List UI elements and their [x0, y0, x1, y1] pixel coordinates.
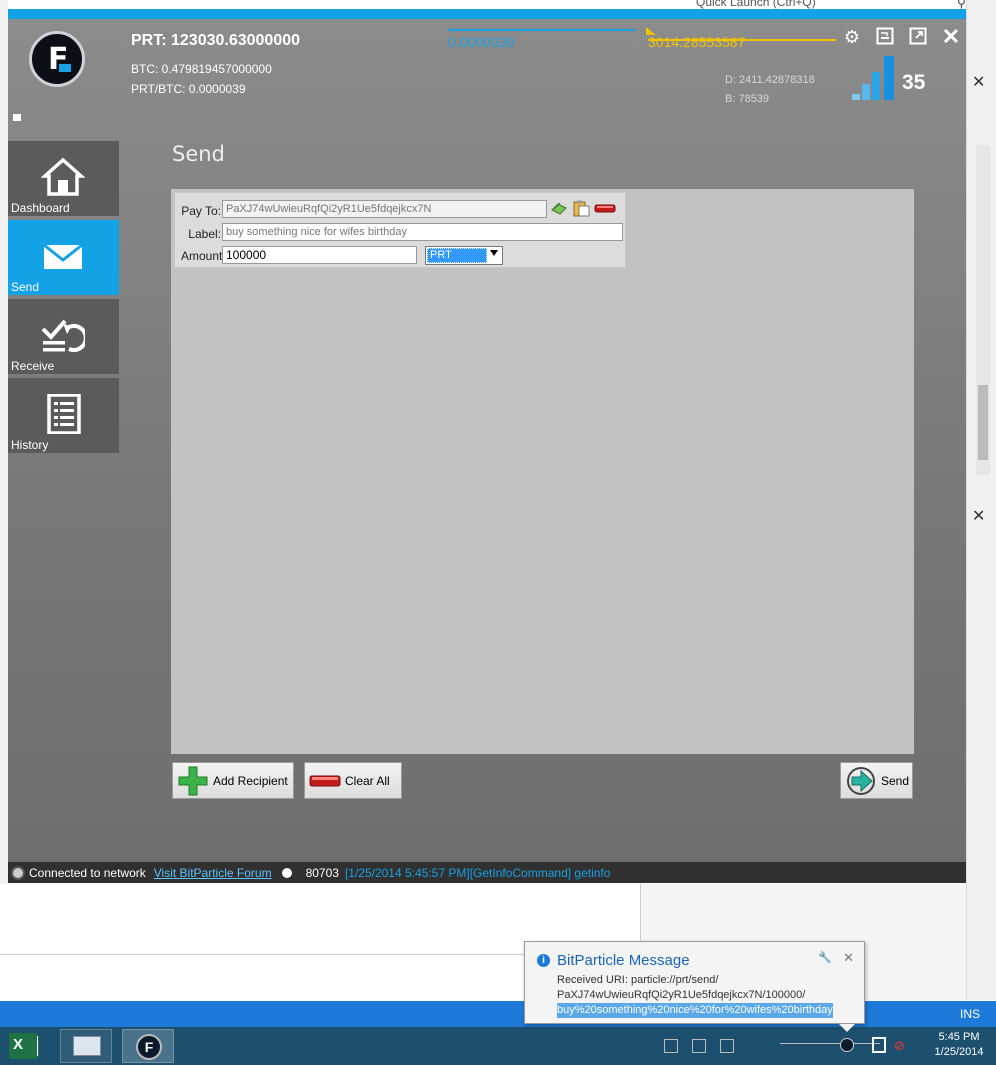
nav-tile-dashboard[interactable]: Dashboard — [8, 141, 119, 216]
wrench-icon[interactable]: 🔧 — [818, 951, 832, 964]
page-title: Send — [172, 142, 225, 166]
envelope-icon — [43, 243, 83, 269]
background-scroll-thumb[interactable] — [978, 385, 988, 460]
notification-title: BitParticle Message — [557, 952, 690, 969]
notification-line: Received URI: particle://prt/send/ — [557, 974, 719, 986]
tray-bitparticle-icon[interactable] — [840, 1038, 854, 1052]
maximize-icon[interactable] — [908, 27, 928, 47]
send-panel: Pay To: Label: Amount: — [171, 189, 914, 754]
menu-icon[interactable] — [12, 113, 22, 122]
info-icon: i — [537, 954, 550, 967]
settings-gear-icon[interactable]: ⚙ — [842, 27, 862, 47]
bitparticle-logo: F — [29, 31, 85, 87]
value-ticker-value: 3014.28553587 — [648, 34, 746, 50]
taskbar-monitor-button[interactable] — [60, 1029, 112, 1063]
taskbar-bitparticle-button[interactable]: F — [122, 1029, 174, 1063]
prt-balance: PRT: 123030.63000000 — [131, 32, 301, 49]
volume-muted-icon[interactable]: ⊘ — [894, 1038, 905, 1054]
eraser-icon — [309, 775, 341, 786]
system-clock[interactable]: 5:45 PM 1/25/2014 — [928, 1030, 990, 1060]
block-count: 80703 — [305, 865, 339, 880]
insert-mode-indicator: INS — [959, 1007, 980, 1021]
network-globe-icon — [11, 865, 25, 880]
battery-icon[interactable] — [872, 1037, 886, 1053]
rate-ticker-line — [448, 29, 636, 31]
bitparticle-icon: F — [136, 1034, 162, 1060]
rate-ticker-value: 0.0000039 — [448, 34, 515, 50]
background-close-icon[interactable]: ✕ — [972, 72, 985, 92]
address-book-icon[interactable] — [550, 200, 568, 217]
notification-body: Received URI: particle://prt/send/ PaXJ7… — [557, 973, 833, 1018]
plus-icon — [178, 766, 208, 795]
excel-icon: X — [9, 1033, 37, 1059]
nav-label: Send — [11, 280, 40, 294]
forum-link[interactable]: Visit BitParticle Forum — [154, 866, 272, 880]
amount-label: Amount: — [181, 249, 226, 263]
clock-time: 5:45 PM — [938, 1031, 980, 1043]
pay-to-input[interactable] — [222, 200, 547, 218]
unit-selected-value: PRT — [427, 248, 487, 263]
difficulty-stat: D: 2411.42878318 — [725, 74, 815, 86]
network-signal-icon — [852, 56, 894, 100]
sync-status-icon — [281, 867, 292, 878]
background-left-app — [0, 0, 8, 1000]
nav-tile-send[interactable]: Send — [8, 220, 119, 295]
send-button[interactable]: Send — [840, 762, 913, 799]
block-stat: B: 78539 — [725, 93, 770, 105]
network-status: Connected to network — [29, 865, 146, 880]
label-input[interactable] — [222, 223, 623, 241]
background-close-icon[interactable]: ✕ — [972, 506, 985, 526]
add-recipient-label: Add Recipient — [213, 773, 288, 788]
receive-icon — [41, 319, 85, 352]
bitparticle-window: F PRT: 123030.63000000 BTC: 0.4798194570… — [8, 9, 966, 883]
log-message: [1/25/2014 5:45:57 PM][GetInfoCommand] g… — [344, 865, 611, 880]
page-layout-icon[interactable] — [692, 1039, 706, 1053]
status-bar: Connected to network Visit BitParticle F… — [8, 862, 966, 883]
pay-to-actions — [550, 200, 616, 217]
sidebar-nav: Dashboard Send Receive History — [8, 141, 119, 457]
quick-launch-text[interactable]: Quick Launch (Ctrl+Q) — [696, 0, 816, 9]
btc-balance: BTC: 0.479819457000000 — [131, 62, 272, 76]
notification-line: buy%20something%20nice%20for%20wifes%20b… — [557, 1003, 833, 1018]
clear-all-button[interactable]: Clear All — [304, 762, 402, 799]
nav-tile-history[interactable]: History — [8, 378, 119, 453]
send-arrow-icon — [847, 766, 875, 795]
history-icon — [47, 394, 81, 434]
clear-all-label: Clear All — [345, 773, 390, 788]
pay-to-label: Pay To: — [181, 204, 221, 218]
nav-label: Receive — [11, 359, 55, 373]
connection-count: 35 — [902, 71, 926, 94]
nav-tile-receive[interactable]: Receive — [8, 299, 119, 374]
balloon-tail — [839, 1024, 855, 1032]
close-icon[interactable]: ✕ — [843, 950, 854, 966]
amount-input[interactable] — [222, 246, 417, 264]
page-break-icon[interactable] — [720, 1039, 734, 1053]
nav-label: History — [11, 438, 49, 452]
prt-btc-rate: PRT/BTC: 0.0000039 — [131, 82, 246, 96]
monitor-icon — [73, 1036, 101, 1056]
send-label: Send — [881, 773, 910, 788]
paste-clipboard-icon[interactable] — [572, 200, 590, 217]
chevron-down-icon — [490, 250, 498, 256]
taskbar-excel-button[interactable]: X — [3, 1029, 55, 1063]
label-label: Label: — [188, 227, 221, 241]
notification-line: PaXJ74wUwieuRqfQi2yR1Ue5fdqejkcx7N/10000… — [557, 989, 806, 1001]
minimize-icon[interactable] — [875, 27, 895, 47]
taskbar: X F ⊘ 5:45 PM 1/25/2014 — [0, 1027, 996, 1065]
nav-label: Dashboard — [11, 201, 70, 215]
notification-balloon[interactable]: i BitParticle Message 🔧 ✕ Received URI: … — [524, 941, 865, 1032]
recipient-entry: Pay To: Label: Amount: — [174, 192, 626, 268]
window-accent-bar — [8, 9, 966, 19]
home-icon — [41, 157, 85, 196]
unit-select[interactable]: PRT — [425, 246, 503, 265]
close-icon[interactable] — [941, 27, 961, 47]
zoom-slider[interactable] — [780, 1043, 880, 1044]
logo-accent — [59, 64, 71, 72]
window-controls: ⚙ — [842, 27, 961, 47]
normal-view-icon[interactable] — [664, 1039, 678, 1053]
clock-date: 1/25/2014 — [934, 1046, 984, 1058]
system-tray-view-buttons — [664, 1033, 734, 1059]
remove-recipient-icon[interactable] — [594, 200, 616, 217]
add-recipient-button[interactable]: Add Recipient — [172, 762, 294, 799]
